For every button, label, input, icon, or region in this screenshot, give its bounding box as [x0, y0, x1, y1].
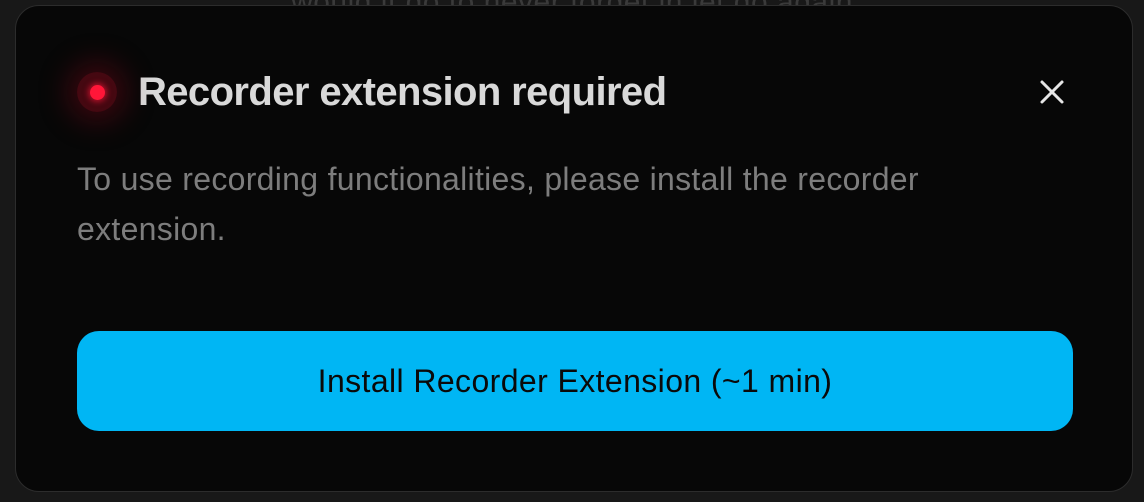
record-dot-core	[89, 84, 105, 100]
close-icon	[1040, 80, 1064, 104]
recorder-extension-dialog: Recorder extension required To use recor…	[15, 5, 1133, 492]
record-dot-icon	[77, 72, 117, 112]
close-button[interactable]	[1036, 76, 1068, 108]
install-recorder-extension-button[interactable]: Install Recorder Extension (~1 min)	[77, 331, 1073, 431]
dialog-title: Recorder extension required	[138, 69, 667, 114]
dialog-header: Recorder extension required	[77, 64, 1082, 120]
dialog-description: To use recording functionalities, please…	[77, 161, 919, 247]
